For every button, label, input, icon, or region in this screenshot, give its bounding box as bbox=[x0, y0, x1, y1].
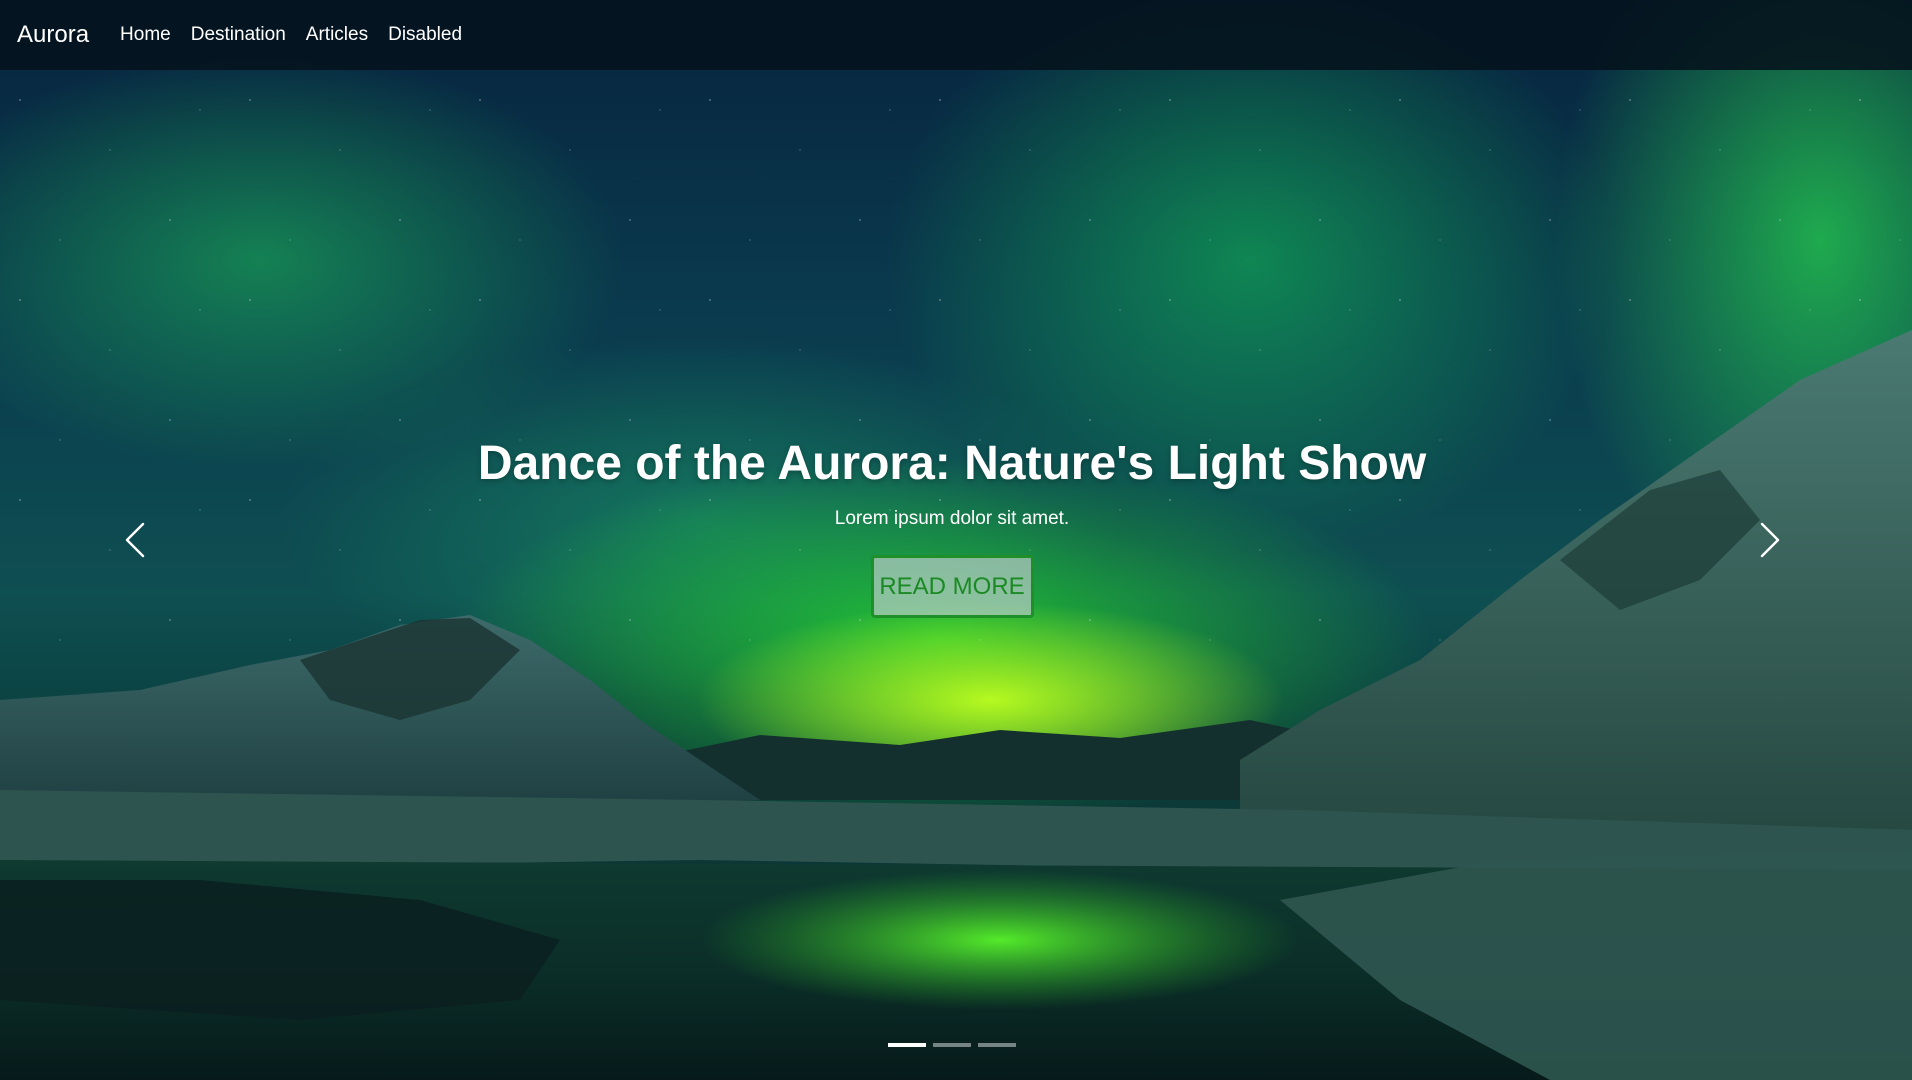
nav-link-home[interactable]: Home bbox=[120, 24, 171, 46]
page: Aurora Home Destination Articles Disable… bbox=[0, 0, 1912, 1080]
hero-subtitle: Lorem ipsum dolor sit amet. bbox=[834, 508, 1070, 529]
carousel-indicator-3[interactable] bbox=[978, 1043, 1016, 1047]
carousel-indicator-1[interactable] bbox=[888, 1043, 926, 1047]
carousel-prev-button[interactable] bbox=[117, 520, 157, 560]
hero-title: Dance of the Aurora: Nature's Light Show bbox=[477, 437, 1427, 490]
carousel-indicators bbox=[888, 1043, 1023, 1047]
carousel-next-button[interactable] bbox=[1748, 520, 1788, 560]
nav-link-destination[interactable]: Destination bbox=[191, 24, 286, 46]
brand-logo-link[interactable]: Aurora bbox=[17, 21, 89, 49]
read-more-button[interactable]: READ MORE bbox=[870, 555, 1034, 618]
chevron-right-icon bbox=[1760, 522, 1780, 558]
nav-link-articles[interactable]: Articles bbox=[306, 24, 368, 46]
carousel-indicator-2[interactable] bbox=[933, 1043, 971, 1047]
nav-link-disabled[interactable]: Disabled bbox=[388, 24, 462, 46]
navbar: Aurora Home Destination Articles Disable… bbox=[0, 0, 1912, 70]
chevron-left-icon bbox=[125, 522, 145, 558]
carousel-caption: Dance of the Aurora: Nature's Light Show… bbox=[0, 428, 1904, 618]
